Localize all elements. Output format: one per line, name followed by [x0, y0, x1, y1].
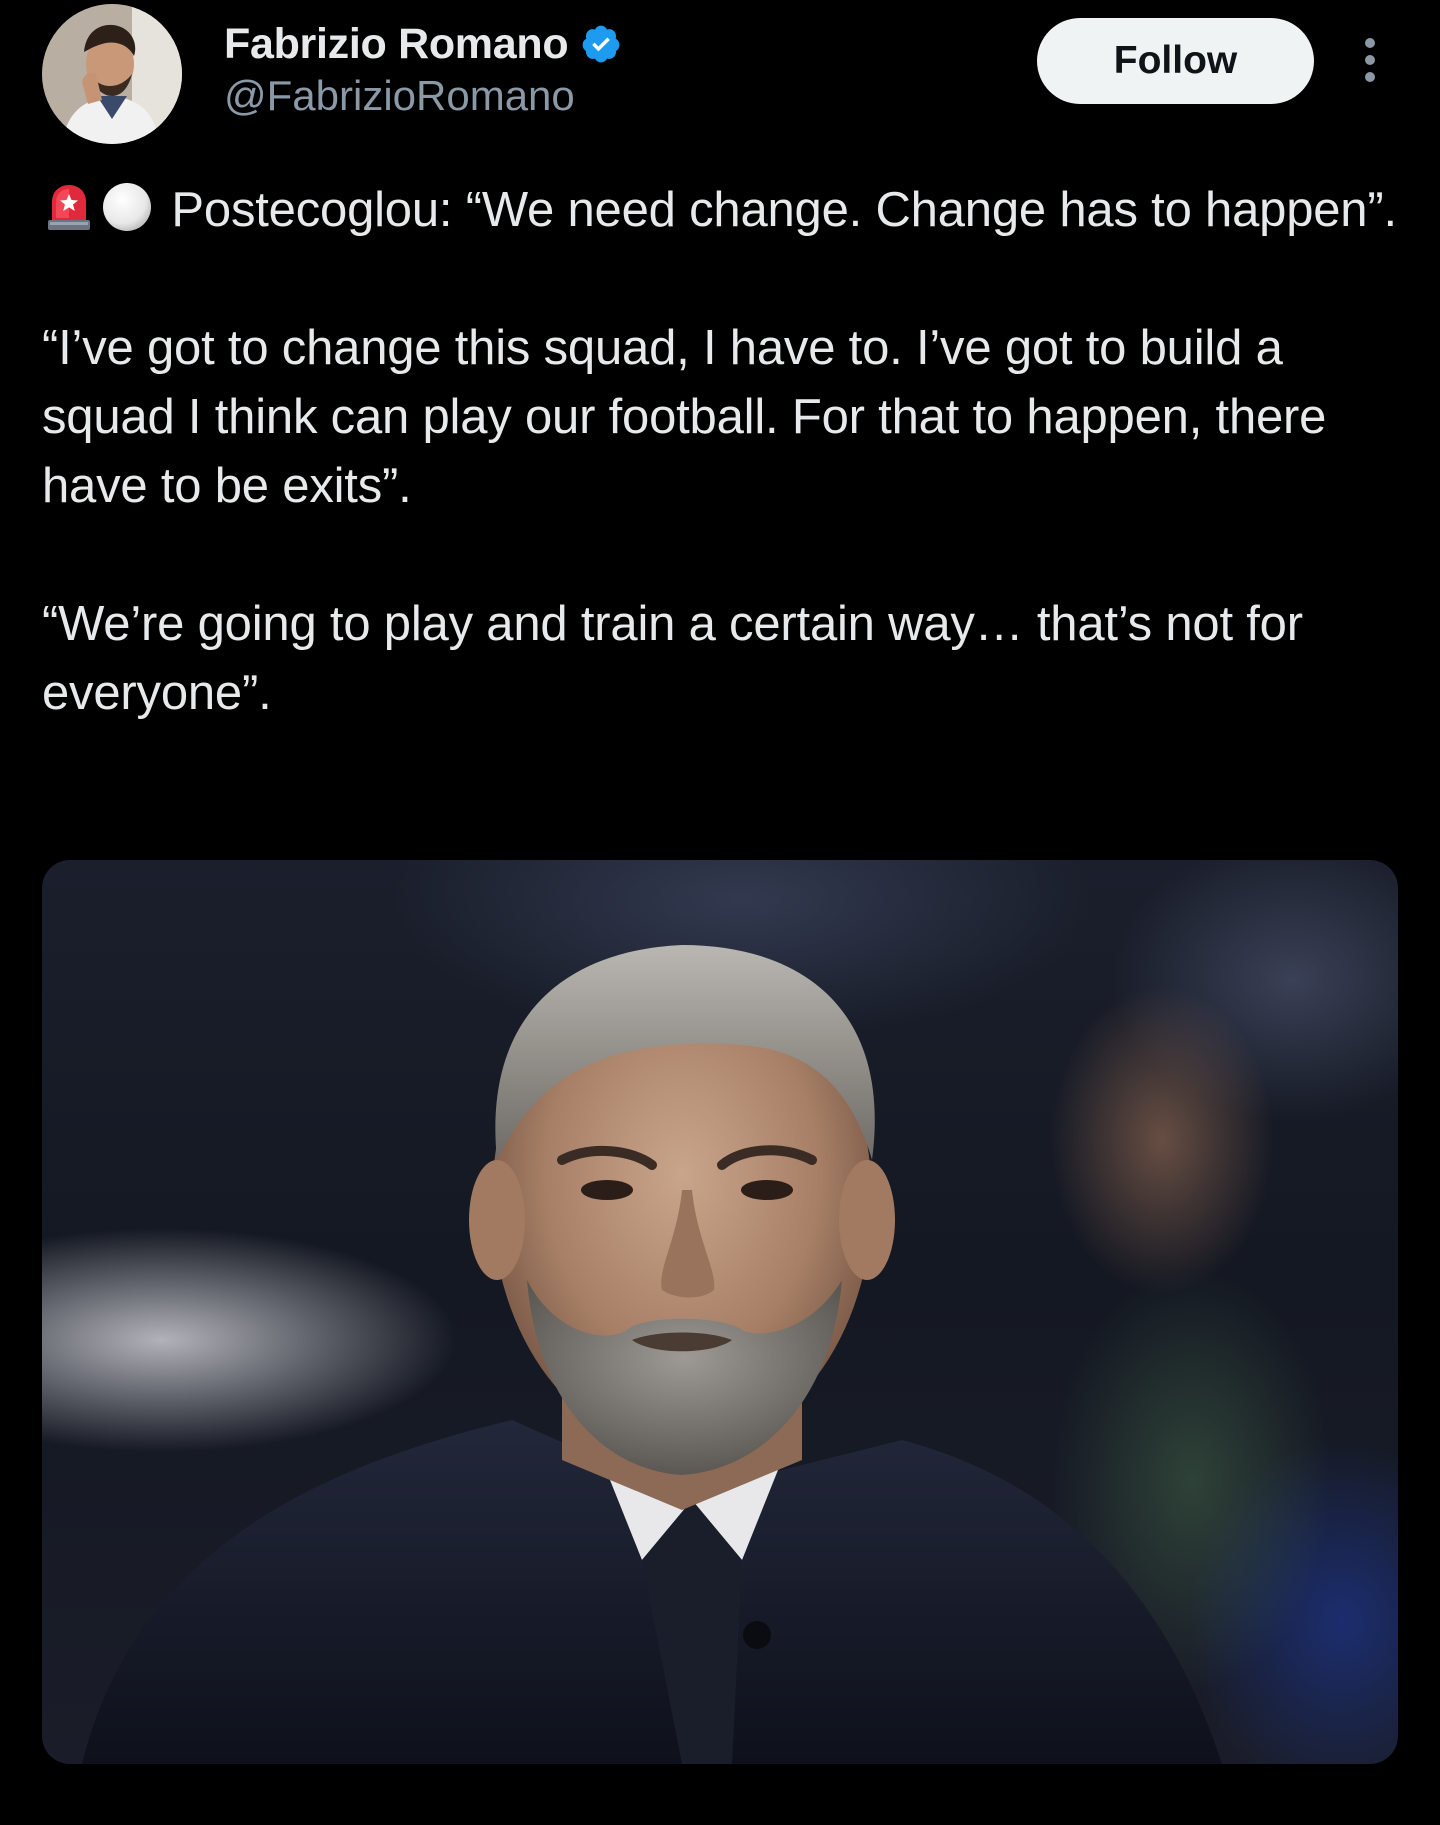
police-car-light-emoji: [42, 180, 96, 234]
tweet-paragraph-1-text: Postecoglou: “We need change. Change has…: [171, 183, 1397, 237]
follow-button[interactable]: Follow: [1037, 18, 1314, 104]
author-handle[interactable]: @FabrizioRomano: [224, 72, 575, 120]
tweet-card: Fabrizio Romano @FabrizioRomano Follow P…: [0, 0, 1440, 1825]
author-display-name[interactable]: Fabrizio Romano: [224, 20, 569, 69]
tweet-paragraph-2: “I’ve got to change this squad, I have t…: [42, 321, 1327, 513]
more-dot: [1365, 72, 1375, 82]
tweet-paragraph-1: Postecoglou: “We need change. Change has…: [42, 176, 1412, 245]
white-circle-emoji: [100, 180, 154, 234]
tweet-paragraph-3: “We’re going to play and train a certain…: [42, 597, 1303, 720]
tweet-photo[interactable]: [42, 860, 1398, 1764]
more-dot: [1365, 55, 1375, 65]
tweet-text: Postecoglou: “We need change. Change has…: [42, 176, 1412, 728]
more-vertical-icon[interactable]: [1352, 30, 1388, 90]
photo-illustration: [82, 945, 1222, 1764]
verified-badge-icon: [582, 25, 620, 63]
more-dot: [1365, 38, 1375, 48]
author-name-row: Fabrizio Romano: [224, 18, 622, 70]
author-avatar[interactable]: [42, 4, 182, 144]
